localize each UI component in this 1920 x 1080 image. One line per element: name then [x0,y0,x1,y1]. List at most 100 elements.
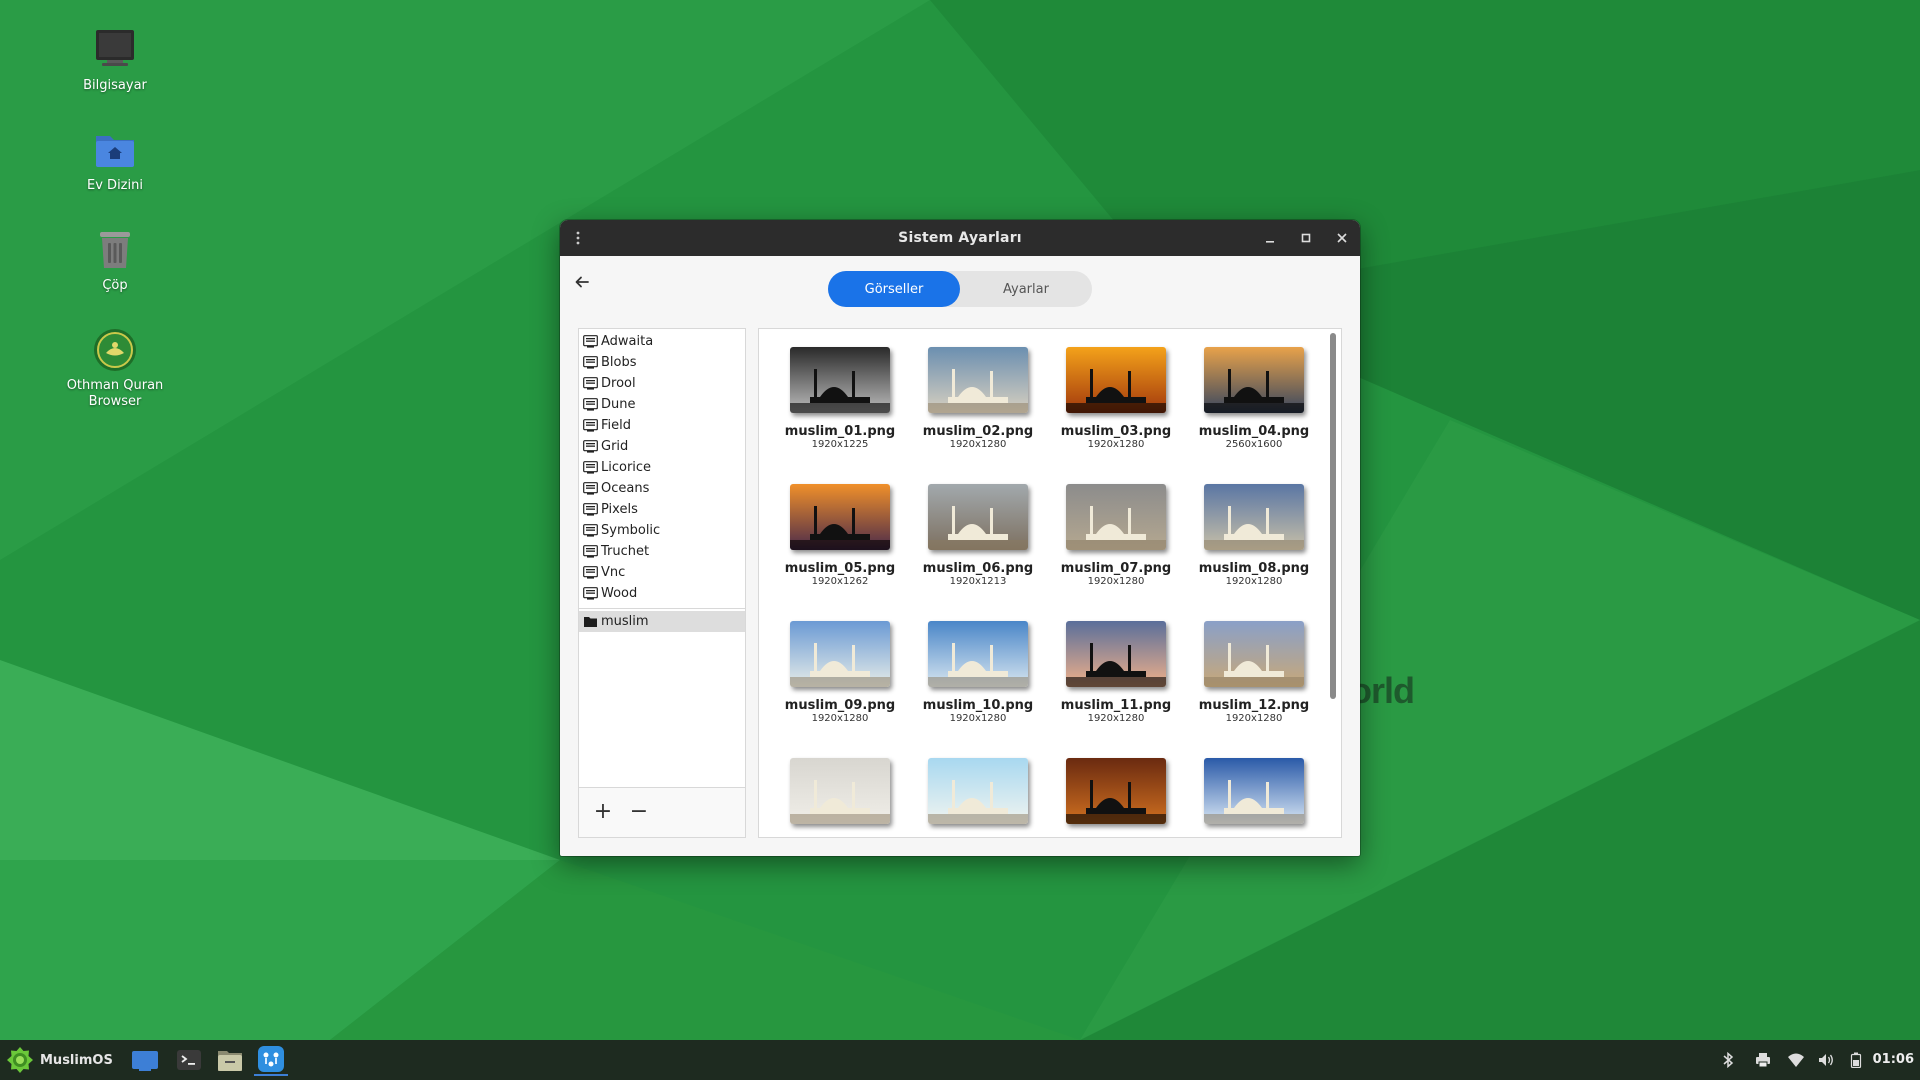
window-titlebar[interactable]: Sistem Ayarları [560,220,1360,256]
image-theme-icon [583,566,598,579]
theme-item-blobs[interactable]: Blobs [579,352,745,373]
wallpaper-tile[interactable]: muslim_10.png 1920x1280 [909,621,1047,745]
minimize-button[interactable] [1252,220,1288,256]
desktop-icon-label: Çöp [102,278,128,293]
wallpaper-tile[interactable]: muslim_12.png 1920x1280 [1185,621,1323,745]
taskbar-clock[interactable]: 01:06 [1873,1052,1914,1067]
theme-item-symbolic[interactable]: Symbolic [579,520,745,541]
wallpaper-tile[interactable]: muslim_01.png 1920x1225 [771,347,909,471]
thumbnail-image [1204,484,1304,550]
wallpaper-tile[interactable] [1047,758,1185,837]
wallpaper-thumbnail [1204,758,1304,824]
add-folder-button[interactable]: + [591,800,615,824]
theme-item-wood[interactable]: Wood [579,583,745,604]
theme-item-label: Field [601,418,632,433]
wallpaper-tile[interactable]: muslim_04.png 2560x1600 [1185,347,1323,471]
wallpaper-filename: muslim_12.png [1198,698,1310,713]
theme-item-dune[interactable]: Dune [579,394,745,415]
desktop-icon-quran-browser[interactable]: Othman Quran Browser [55,326,175,410]
tray-wifi[interactable] [1786,1050,1806,1070]
taskbar-file-manager[interactable] [213,1044,247,1076]
image-theme-icon [583,356,598,369]
theme-item-oceans[interactable]: Oceans [579,478,745,499]
wallpaper-resolution: 1920x1280 [1225,713,1283,724]
muslimos-logo-icon [7,1047,33,1073]
tray-battery[interactable] [1846,1050,1866,1070]
wallpaper-tile[interactable]: muslim_08.png 1920x1280 [1185,484,1323,608]
taskbar-terminal[interactable] [172,1044,206,1076]
plus-icon: + [593,799,613,824]
tray-volume[interactable] [1816,1050,1836,1070]
desktop-icon-label: Ev Dizini [87,178,143,193]
theme-item-label: Dune [601,397,636,412]
tray-bluetooth[interactable] [1718,1050,1738,1070]
folder-item-muslim[interactable]: muslim [579,611,745,632]
settings-toolbar: Görseller Ayarlar [560,256,1360,310]
theme-item-grid[interactable]: Grid [579,436,745,457]
minus-icon: − [629,799,649,824]
theme-item-licorice[interactable]: Licorice [579,457,745,478]
battery-icon [1850,1052,1862,1068]
kebab-menu-icon [576,231,580,245]
close-button[interactable] [1324,220,1360,256]
wallpaper-tile[interactable]: muslim_03.png 1920x1280 [1047,347,1185,471]
image-theme-icon [583,419,598,432]
theme-item-drool[interactable]: Drool [579,373,745,394]
wallpaper-tile[interactable]: muslim_09.png 1920x1280 [771,621,909,745]
image-theme-icon [583,335,598,348]
theme-item-field[interactable]: Field [579,415,745,436]
window-menu-button[interactable] [560,220,596,256]
thumbnail-image [790,484,890,550]
wallpaper-tile[interactable] [771,758,909,837]
desktop-icon-computer[interactable]: Bilgisayar [55,26,175,94]
tab-ayarlar[interactable]: Ayarlar [960,271,1092,307]
taskbar-settings-app[interactable] [254,1044,288,1076]
maximize-icon [1301,233,1311,243]
wallpaper-tile[interactable]: muslim_11.png 1920x1280 [1047,621,1185,745]
wallpaper-thumbnail [928,758,1028,824]
image-theme-icon [583,377,598,390]
wallpaper-tile[interactable]: muslim_02.png 1920x1280 [909,347,1047,471]
wallpaper-resolution: 1920x1213 [949,576,1007,587]
image-theme-icon [583,482,598,495]
image-theme-icon [583,545,598,558]
thumbnail-image [1066,621,1166,687]
thumbnail-image [928,347,1028,413]
wallpaper-resolution: 1920x1262 [811,576,869,587]
theme-item-vnc[interactable]: Vnc [579,562,745,583]
back-button[interactable] [570,270,594,294]
wallpaper-resolution: 1920x1280 [949,439,1007,450]
theme-item-pixels[interactable]: Pixels [579,499,745,520]
wallpaper-tile[interactable] [909,758,1047,837]
wallpaper-gallery: muslim_01.png 1920x1225 muslim_02.png 1920x… [758,328,1342,838]
quran-app-icon [91,326,139,374]
wallpaper-filename: muslim_07.png [1060,561,1172,576]
wallpaper-thumbnail [1204,621,1304,687]
tray-printer[interactable] [1753,1050,1773,1070]
taskbar-show-desktop[interactable] [128,1044,162,1076]
maximize-button[interactable] [1288,220,1324,256]
thumbnail-image [790,347,890,413]
remove-folder-button[interactable]: − [627,800,651,824]
wallpaper-tile[interactable]: muslim_05.png 1920x1262 [771,484,909,608]
arrow-left-icon [575,276,589,288]
theme-item-truchet[interactable]: Truchet [579,541,745,562]
sidebar-footer: + − [579,787,745,837]
gallery-scrollbar[interactable] [1330,333,1336,699]
image-theme-icon [583,461,598,474]
wallpaper-filename: muslim_04.png [1198,424,1310,439]
wallpaper-thumbnail [928,484,1028,550]
wallpaper-thumbnail [928,347,1028,413]
window-title: Sistem Ayarları [898,230,1022,246]
wallpaper-tile[interactable] [1185,758,1323,837]
thumbnail-image [928,484,1028,550]
wallpaper-tile[interactable]: muslim_07.png 1920x1280 [1047,484,1185,608]
wallpaper-tile[interactable]: muslim_06.png 1920x1213 [909,484,1047,608]
tab-gorseller[interactable]: Görseller [828,271,960,307]
start-menu-button[interactable]: MuslimOS [6,1046,113,1074]
printer-icon [1756,1053,1770,1068]
thumbnail-image [790,758,890,824]
theme-item-adwaita[interactable]: Adwaita [579,331,745,352]
desktop-icon-home[interactable]: Ev Dizini [55,126,175,194]
desktop-icon-trash[interactable]: Çöp [55,226,175,294]
